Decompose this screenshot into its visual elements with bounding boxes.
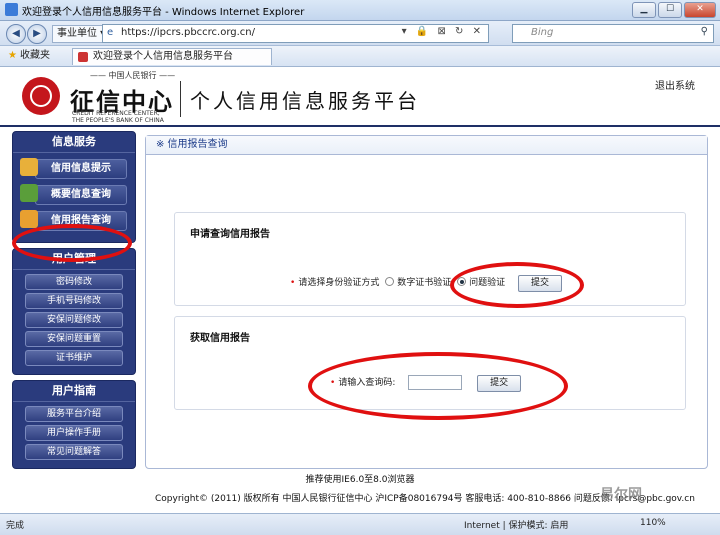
zoom-level[interactable]: 110% [640, 518, 666, 528]
window-title-bar: 欢迎登录个人信用信息服务平台 - Windows Internet Explor… [0, 0, 720, 21]
sidebar-heading: 用户指南 [13, 381, 135, 402]
main-content: ※ 信用报告查询 申请查询信用报告 • 请选择身份验证方式 数字证书验证 问题验证… [145, 135, 708, 469]
pboc-seal-logo [22, 77, 60, 115]
sidebar-item-faq[interactable]: 常见问题解答 [25, 444, 123, 460]
header-rule [0, 125, 720, 127]
maximize-button[interactable]: ☐ [658, 2, 682, 18]
sidebar-item-security-reset[interactable]: 安保问题重置 [25, 331, 123, 347]
content-title: ※ 信用报告查询 [146, 136, 707, 155]
window-title: 欢迎登录个人信用信息服务平台 - Windows Internet Explor… [22, 7, 305, 18]
required-mark: • [290, 278, 296, 288]
sidebar-item-manual[interactable]: 用户操作手册 [25, 425, 123, 441]
page-viewport: —— 中国人民银行 —— 征信中心 CREDIT REFERENCE CENTE… [0, 67, 720, 513]
search-input[interactable]: Bing ⚲ [512, 24, 714, 43]
back-button[interactable]: ◀ [6, 24, 26, 44]
sidebar-item-label: 概要信息查询 [51, 189, 111, 200]
required-mark: • [330, 378, 336, 388]
sidebar-item-certificate[interactable]: 证书维护 [25, 350, 123, 366]
favorites-button[interactable]: ★ 收藏夹 [4, 48, 54, 64]
sidebar-user-management: 用户管理 密码修改 手机号码修改 安保问题修改 安保问题重置 证书维护 [12, 248, 136, 375]
sidebar-item-security-question[interactable]: 安保问题修改 [25, 312, 123, 328]
page-icon: e [107, 27, 114, 38]
sidebar-item-phone[interactable]: 手机号码修改 [25, 293, 123, 309]
ie-icon [5, 3, 18, 16]
org-english-1: CREDIT REFERENCE CENTER, [72, 110, 160, 117]
watermark: 易尔网 [600, 487, 642, 503]
sidebar-user-guide: 用户指南 服务平台介绍 用户操作手册 常见问题解答 [12, 380, 136, 469]
fetch-heading: 获取信用报告 [190, 333, 250, 344]
site-name: 个人信用信息服务平台 [190, 89, 420, 113]
status-text: 完成 [6, 521, 25, 531]
address-bar: ◀ ▶ 事业单位 ▾ e https://ipcrs.pbccrc.org.cn… [0, 21, 720, 46]
sidebar-item-label: 信用信息提示 [51, 163, 111, 174]
apply-report-panel: 申请查询信用报告 • 请选择身份验证方式 数字证书验证 问题验证 提交 [174, 212, 686, 306]
sidebar-item-summary-query[interactable]: 概要信息查询 [20, 184, 127, 205]
verify-method-row: • 请选择身份验证方式 数字证书验证 问题验证 提交 [290, 275, 562, 292]
security-zone: Internet | 保护模式: 启用 [464, 521, 569, 531]
close-button[interactable]: ✕ [684, 2, 716, 18]
site-header: —— 中国人民银行 —— 征信中心 CREDIT REFERENCE CENTE… [0, 67, 720, 127]
question-option-label: 问题验证 [469, 278, 506, 288]
org-top-text: —— 中国人民银行 —— [90, 71, 176, 80]
star-icon: ★ [8, 50, 17, 61]
search-icon[interactable]: ⚲ [701, 26, 708, 37]
search-placeholder: Bing [531, 27, 554, 38]
question-radio[interactable] [457, 277, 467, 286]
forward-button[interactable]: ▶ [27, 24, 47, 44]
sidebar-item-report-query[interactable]: 信用报告查询 [20, 210, 127, 231]
alert-icon [20, 158, 38, 176]
apply-heading: 申请查询信用报告 [190, 229, 270, 240]
url-field[interactable]: e https://ipcrs.pbccrc.org.cn/ ▾ 🔒 ⊠ ↻ ✕ [102, 24, 489, 43]
folder-icon [20, 210, 38, 228]
query-code-label: 请输入查询码: [338, 378, 396, 388]
verify-label: 请选择身份验证方式 [298, 278, 380, 288]
fetch-submit-button[interactable]: 提交 [477, 375, 522, 392]
address-tools[interactable]: ▾ 🔒 ⊠ ↻ ✕ [402, 26, 484, 37]
cert-option-label: 数字证书验证 [397, 278, 452, 288]
sidebar-item-intro[interactable]: 服务平台介绍 [25, 406, 123, 422]
window-controls: ▁ ☐ ✕ [632, 2, 716, 18]
sidebar-item-label: 信用报告查询 [51, 215, 111, 226]
query-code-input[interactable] [408, 375, 463, 390]
summary-icon [20, 184, 38, 202]
tab-active[interactable]: 欢迎登录个人信用信息服务平台 [72, 48, 272, 65]
tab-bar: ★ 收藏夹 欢迎登录个人信用信息服务平台 [0, 46, 720, 67]
fetch-report-panel: 获取信用报告 • 请输入查询码: 提交 [174, 316, 686, 410]
status-bar: 完成 Internet | 保护模式: 启用 110% [0, 513, 720, 535]
sidebar: 信息服务 信用信息提示 概要信息查询 信用报告查询 用户管理 密码修改 手机号码… [12, 131, 136, 474]
sidebar-heading: 用户管理 [13, 249, 135, 270]
sidebar-item-password[interactable]: 密码修改 [25, 274, 123, 290]
cert-radio[interactable] [385, 277, 395, 286]
minimize-button[interactable]: ▁ [632, 2, 656, 18]
org-english-2: THE PEOPLE'S BANK OF CHINA [72, 117, 164, 124]
header-divider [180, 81, 181, 117]
sidebar-heading: 信息服务 [13, 132, 135, 153]
sidebar-item-credit-alert[interactable]: 信用信息提示 [20, 158, 127, 179]
url-text[interactable]: https://ipcrs.pbccrc.org.cn/ [121, 27, 255, 38]
query-code-row: • 请输入查询码: 提交 [330, 375, 522, 392]
favorites-label: 收藏夹 [19, 50, 50, 61]
sidebar-info-service: 信息服务 信用信息提示 概要信息查询 信用报告查询 [12, 131, 136, 243]
apply-submit-button[interactable]: 提交 [517, 275, 562, 292]
logout-link[interactable]: 退出系统 [655, 77, 695, 92]
